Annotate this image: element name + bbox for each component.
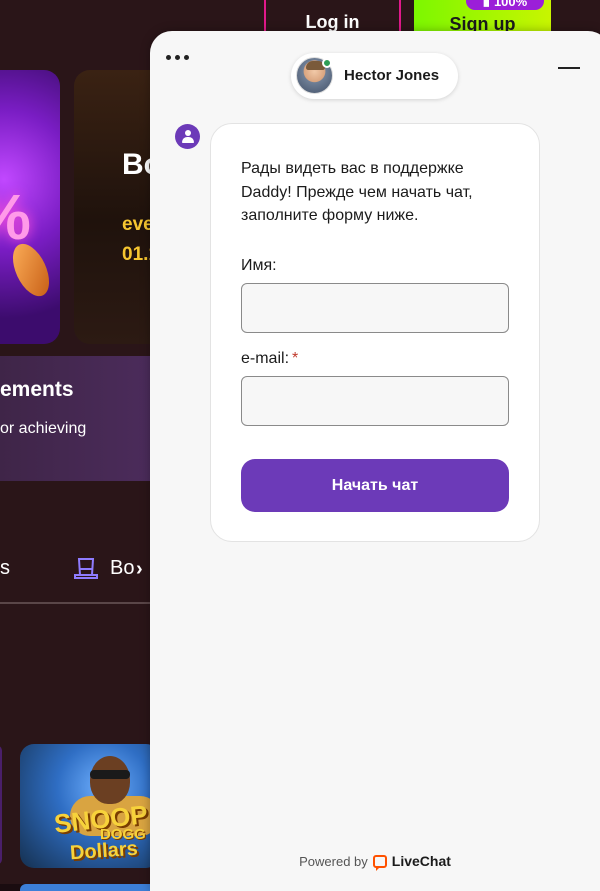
game-art-character [90,756,130,804]
email-input[interactable] [241,376,509,426]
email-label-text: e-mail: [241,350,290,367]
signup-bonus-badge: ▮ 100% [466,0,544,10]
promo-line1: eve [122,214,154,235]
game-tile-snoop-dollars[interactable]: SNOOP DOGG Dollars [20,744,160,868]
game-tile-partial[interactable] [0,745,2,865]
achievements-title: ements [0,378,74,401]
email-label: e-mail: * [241,350,298,368]
livechat-window: Hector Jones Рады видеть вас в поддержке… [150,31,600,891]
promo-percent-text: % [0,180,31,254]
bot-avatar-icon [175,124,200,149]
more-options-icon[interactable] [166,55,189,60]
minimize-icon[interactable] [558,67,580,69]
signup-badge-text: 100% [493,0,528,9]
name-input[interactable] [241,283,509,333]
powered-by-footer[interactable]: Powered by LiveChat [150,853,600,871]
start-chat-button[interactable]: Начать чат [241,459,509,512]
name-label: Имя: [241,257,277,274]
nav-item-partial[interactable]: s [0,557,10,580]
agent-name: Hector Jones [344,67,440,84]
game-art-glasses [90,770,130,779]
game-title-line3: Dollars [69,837,139,865]
intro-message: Рады видеть вас в поддержке Daddy! Прежд… [241,160,473,224]
nav-divider [0,602,160,604]
livechat-logo-icon [372,854,387,871]
achievements-banner[interactable] [0,356,160,481]
powered-by-text: Powered by [299,853,368,869]
chevron-right-icon[interactable]: › [136,558,143,581]
online-status-icon [322,58,332,68]
nav-item-bonus[interactable]: Bo [110,557,134,580]
gift-icon: ▮ [482,0,490,8]
agent-header: Hector Jones [291,53,458,99]
prechat-form-card: Рады видеть вас в поддержке Daddy! Прежд… [210,123,540,542]
livechat-brand: LiveChat [391,853,451,869]
required-mark: * [292,350,299,367]
promo-card-percent[interactable]: % [0,70,60,344]
top-hat-icon [74,558,98,579]
achievements-subtitle: or achieving [0,420,87,437]
